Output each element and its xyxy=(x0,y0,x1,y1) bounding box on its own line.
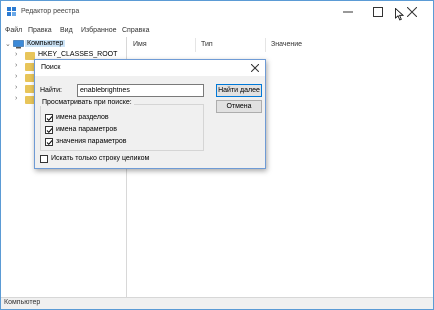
checkbox[interactable] xyxy=(45,138,53,146)
column-name[interactable]: Имя xyxy=(133,41,147,48)
close-icon xyxy=(251,64,259,72)
find-next-button[interactable]: Найти далее xyxy=(216,84,262,97)
menu-bar: Файл Правка Вид Избранное Справка xyxy=(1,24,433,37)
tree-item[interactable]: › xyxy=(1,94,35,105)
status-path: Компьютер xyxy=(4,299,41,306)
chevron-right-icon[interactable]: › xyxy=(15,62,17,69)
checkmark-icon xyxy=(46,116,53,122)
chevron-right-icon[interactable]: › xyxy=(15,95,17,102)
tree-item-label: Компьютер xyxy=(25,40,66,47)
regedit-icon xyxy=(7,7,17,16)
dialog-title: Поиск xyxy=(41,64,61,71)
find-label: Найти: xyxy=(40,87,62,94)
title-bar: Редактор реестра xyxy=(1,1,433,23)
menu-file[interactable]: Файл xyxy=(5,27,22,34)
find-input[interactable] xyxy=(77,84,204,97)
column-value[interactable]: Значение xyxy=(271,41,302,48)
tree-item-label: HKEY_CLASSES_ROOT xyxy=(38,51,118,58)
checkbox[interactable] xyxy=(45,114,53,122)
menu-favorites[interactable]: Избранное xyxy=(81,27,116,34)
checkmark-icon xyxy=(46,140,53,146)
minimize-button[interactable] xyxy=(333,1,363,23)
list-header: Имя Тип Значение xyxy=(127,38,433,52)
menu-help[interactable]: Справка xyxy=(122,27,149,34)
window-title: Редактор реестра xyxy=(21,8,80,15)
column-divider[interactable] xyxy=(195,38,196,52)
chevron-down-icon[interactable]: ⌄ xyxy=(5,40,11,48)
column-type[interactable]: Тип xyxy=(201,41,213,48)
option-label: значения параметров xyxy=(56,138,127,145)
chevron-right-icon[interactable]: › xyxy=(15,51,17,58)
find-dialog: Поиск Найти: Найти далее Отмена Просматр… xyxy=(34,59,266,169)
checkbox[interactable] xyxy=(45,126,53,134)
dialog-close-button[interactable] xyxy=(247,61,263,75)
option-label: Искать только строку целиком xyxy=(51,155,150,162)
tree-item-computer[interactable]: ⌄ Компьютер xyxy=(1,39,125,50)
dialog-title-bar: Поиск xyxy=(35,60,265,76)
tree-item[interactable]: › xyxy=(1,83,35,94)
checkbox[interactable] xyxy=(40,155,48,163)
column-divider[interactable] xyxy=(265,38,266,52)
maximize-icon xyxy=(373,7,383,17)
chevron-right-icon[interactable]: › xyxy=(15,73,17,80)
option-label: имена параметров xyxy=(56,126,117,133)
tree-item[interactable]: › xyxy=(1,72,35,83)
menu-view[interactable]: Вид xyxy=(60,27,73,34)
status-bar: Компьютер xyxy=(1,297,433,309)
minimize-icon xyxy=(343,11,353,13)
chevron-right-icon[interactable]: › xyxy=(15,84,17,91)
tree-item[interactable]: › xyxy=(1,61,35,72)
menu-edit[interactable]: Правка xyxy=(28,27,52,34)
mouse-cursor-icon xyxy=(395,7,405,23)
option-label: имена разделов xyxy=(56,114,109,121)
close-icon xyxy=(407,7,417,17)
cancel-button[interactable]: Отмена xyxy=(216,100,262,113)
maximize-button[interactable] xyxy=(363,1,393,23)
search-scope-label: Просматривать при поиске: xyxy=(40,99,134,106)
registry-editor-window: Редактор реестра Файл Правка Вид Избранн… xyxy=(0,0,434,310)
checkmark-icon xyxy=(46,128,53,134)
